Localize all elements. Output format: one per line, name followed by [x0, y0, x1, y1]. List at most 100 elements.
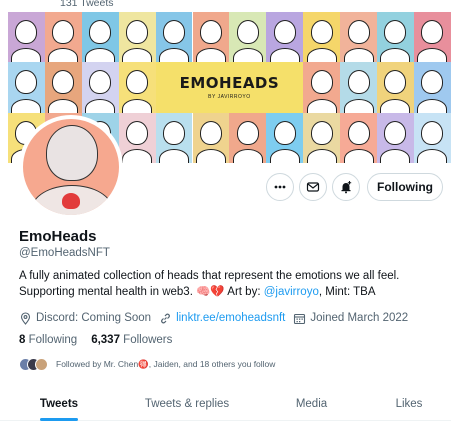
tile-figure-head	[236, 120, 259, 145]
profile-meta: Discord: Coming Soon linktr.ee/emoheadsn…	[19, 310, 416, 326]
tile-figure-head	[273, 120, 296, 145]
banner-tile	[229, 112, 267, 163]
tab-likes[interactable]: Likes	[367, 387, 451, 421]
banner-tile	[340, 62, 377, 119]
banner-tile	[266, 12, 304, 69]
banner-tile	[413, 112, 451, 163]
tile-figure-head	[199, 120, 222, 145]
joined-item: Joined March 2022	[293, 312, 408, 325]
tile-figure-body	[417, 148, 448, 163]
profile-name: EmoHeads	[19, 228, 97, 245]
tile-figure-body	[159, 148, 190, 163]
banner-tile	[192, 12, 230, 69]
envelope-icon	[306, 182, 320, 192]
bio-line-2: Supporting mental health in web3. 🧠💔 Art…	[19, 284, 439, 300]
banner-tile	[377, 12, 414, 69]
banner-tile	[155, 112, 193, 163]
banner-tile	[8, 12, 45, 69]
banner-tile	[155, 12, 193, 69]
tile-figure-head	[421, 70, 444, 95]
banner-tile	[44, 12, 82, 69]
banner-tile	[44, 62, 82, 119]
avatar-heart-art	[62, 193, 80, 209]
tile-figure-head	[347, 20, 370, 44]
banner-tile	[377, 62, 414, 119]
banner-tile	[340, 12, 377, 69]
banner-tile	[303, 12, 341, 69]
banner-tile	[377, 112, 414, 163]
website-link[interactable]: linktr.ee/emoheadsnft	[176, 312, 285, 324]
tile-figure-body	[232, 148, 263, 163]
tile-figure-head	[310, 70, 333, 95]
banner-tile	[303, 112, 341, 163]
tile-figure-head	[384, 120, 407, 145]
tile-figure-body	[269, 148, 300, 163]
tile-figure-head	[347, 70, 370, 95]
tile-figure-head	[163, 20, 186, 44]
tile-figure-head	[310, 20, 333, 44]
top-bar: 131 Tweets	[0, 0, 451, 12]
location-text: Discord: Coming Soon	[36, 312, 152, 324]
tile-figure-body	[380, 148, 411, 163]
active-tab-indicator	[40, 418, 78, 421]
tweet-count: 131 Tweets	[60, 0, 114, 9]
banner-tile	[118, 12, 156, 69]
tile-figure-head	[15, 20, 38, 44]
profile-bio: A fully animated collection of heads tha…	[19, 268, 439, 300]
tile-figure-head	[421, 20, 444, 44]
tile-figure-head	[347, 120, 370, 145]
tile-figure-head	[89, 20, 112, 44]
tile-figure-body	[306, 148, 337, 163]
tab-tweets[interactable]: Tweets	[0, 387, 118, 421]
following-label: Following	[28, 334, 78, 346]
tile-figure-head	[52, 70, 75, 95]
joined-text: Joined March 2022	[310, 312, 409, 324]
more-button[interactable]	[266, 173, 294, 201]
followed-by-text: Followed by Mr. Chen🉐, Jaiden, and 18 ot…	[56, 358, 276, 369]
message-button[interactable]	[299, 173, 327, 201]
banner-tile	[266, 112, 304, 163]
followers-label: Followers	[123, 334, 173, 346]
banner-logo-subtitle: BY JAVIRROYO	[208, 94, 251, 101]
banner-logo: EMOHEADS BY JAVIRROYO	[155, 62, 304, 113]
notify-button[interactable]	[332, 173, 360, 201]
banner-tile	[192, 112, 230, 163]
avatar-head-art	[46, 125, 98, 181]
tab-likes-label: Likes	[395, 398, 423, 410]
tile-figure-head	[126, 70, 149, 95]
bio-line-1: A fully animated collection of heads tha…	[19, 270, 400, 282]
tab-media-label: Media	[295, 398, 328, 410]
website-item[interactable]: linktr.ee/emoheadsnft	[159, 312, 285, 325]
following-count-link[interactable]: 8 Following	[19, 334, 77, 348]
tile-figure-head	[199, 20, 222, 44]
follower-avatar	[35, 357, 48, 371]
tile-figure-head	[236, 20, 259, 44]
followers-count-link[interactable]: 6,337 Followers	[91, 334, 172, 348]
banner-tile	[8, 62, 45, 119]
followers-count: 6,337	[91, 334, 120, 346]
location-item: Discord: Coming Soon	[19, 311, 152, 325]
tile-figure-head	[126, 20, 149, 44]
tab-media[interactable]: Media	[256, 387, 367, 421]
banner-tile	[229, 12, 267, 69]
followed-by[interactable]: Followed by Mr. Chen🉐, Jaiden, and 18 ot…	[19, 356, 275, 372]
banner-tile	[118, 112, 156, 163]
location-pin-icon	[20, 311, 31, 325]
banner-logo-text: EMOHEADS	[179, 74, 280, 93]
tile-figure-head	[163, 120, 186, 145]
tile-figure-head	[421, 120, 444, 145]
bell-plus-icon	[341, 181, 352, 194]
link-icon	[161, 313, 170, 323]
bio-artist-link[interactable]: @javirroyo	[264, 286, 319, 298]
following-button[interactable]: Following	[367, 173, 443, 201]
banner-tile	[413, 12, 451, 69]
profile-avatar[interactable]	[19, 115, 123, 219]
banner-tile	[303, 62, 341, 119]
bio-line-2-prefix: Supporting mental health in web3. 🧠💔 Art…	[19, 286, 264, 298]
ellipsis-icon	[274, 185, 286, 189]
tile-figure-body	[122, 148, 153, 163]
tab-tweets-replies-label: Tweets & replies	[144, 398, 230, 410]
tile-figure-head	[52, 20, 75, 44]
following-count: 8	[19, 334, 26, 346]
tab-tweets-replies[interactable]: Tweets & replies	[118, 387, 256, 421]
